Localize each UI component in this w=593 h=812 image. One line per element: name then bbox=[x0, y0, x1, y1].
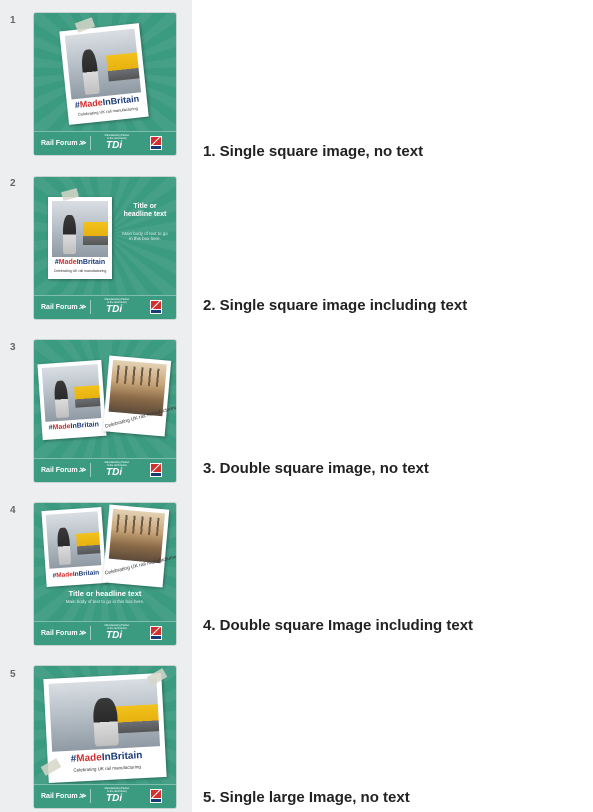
slide-label-4: 4. Double square Image including text bbox=[203, 617, 474, 634]
made-in-britain-flag-icon bbox=[150, 463, 162, 477]
made-in-britain-caption: #MadeInBritain bbox=[52, 569, 100, 580]
slide-label-5: 5. Single large Image, no text bbox=[203, 789, 410, 806]
rail-forum-logo: Rail Forum≫ bbox=[41, 793, 86, 800]
slide-number: 5 bbox=[10, 669, 16, 680]
polaroid-frame: Celebrating UK rail manufacturing bbox=[102, 355, 176, 437]
slide-footer: Rail Forum≫ Manufacturing Partner to the… bbox=[34, 784, 176, 808]
caption-subtitle: Celebrating UK rail manufacturing bbox=[53, 269, 107, 273]
slide-thumbnail-panel: 1 #MadeInBritain Celebrating UK rail man… bbox=[0, 0, 192, 812]
slide-label-1: 1. Single square image, no text bbox=[203, 143, 424, 160]
slide-thumbnail-4[interactable]: #MadeInBritain Celebrating UK rail manuf… bbox=[34, 503, 176, 645]
station-photo bbox=[108, 508, 165, 564]
tdi-logo: TDi bbox=[106, 630, 123, 641]
polaroid-frame: #MadeInBritain Celebrating UK rail manuf… bbox=[43, 672, 167, 784]
headline-text: Title or headline text bbox=[68, 589, 142, 598]
slide-number: 4 bbox=[10, 505, 16, 516]
tdi-logo: TDi bbox=[106, 304, 123, 315]
rail-forum-logo: Rail Forum≫ bbox=[41, 630, 86, 637]
slide-number: 3 bbox=[10, 342, 16, 353]
slide-thumbnail-1[interactable]: #MadeInBritain Celebrating UK rail manuf… bbox=[34, 13, 176, 155]
station-photo bbox=[108, 359, 167, 417]
slide-thumbnail-2[interactable]: #MadeInBritain Celebrating UK rail manuf… bbox=[34, 177, 176, 319]
made-in-britain-flag-icon bbox=[150, 300, 162, 314]
slide-number: 1 bbox=[10, 15, 16, 26]
rail-forum-logo: Rail Forum≫ bbox=[41, 140, 86, 147]
slide-footer: Rail Forum≫ Manufacturing Partner to the… bbox=[34, 131, 176, 155]
polaroid-frame: #MadeInBritain Celebrating UK rail manuf… bbox=[48, 197, 112, 279]
made-in-britain-flag-icon bbox=[150, 136, 162, 150]
headline-text: Title or headline text bbox=[123, 203, 167, 218]
slide-thumbnail-5[interactable]: #MadeInBritain Celebrating UK rail manuf… bbox=[34, 666, 176, 808]
polaroid-frame: Celebrating UK rail manufacturing bbox=[102, 504, 176, 588]
tdi-logo: TDi bbox=[106, 467, 123, 478]
body-text: Main body of text to go in this box here… bbox=[122, 231, 168, 241]
body-text: Main body of text to go in this box here… bbox=[65, 599, 145, 604]
slide-footer: Rail Forum≫ Manufacturing Partner to the… bbox=[34, 295, 176, 319]
train-photo bbox=[41, 364, 102, 422]
made-in-britain-flag-icon bbox=[150, 789, 162, 803]
slide-footer: Rail Forum≫ Manufacturing Partner to the… bbox=[34, 621, 176, 645]
train-photo bbox=[45, 511, 102, 569]
slide-label-3: 3. Double square image, no text bbox=[203, 460, 429, 477]
tdi-logo: TDi bbox=[106, 140, 123, 151]
polaroid-frame: #MadeInBritain bbox=[37, 359, 107, 441]
slide-label-2: 2. Single square image including text bbox=[203, 297, 468, 314]
train-photo bbox=[64, 28, 142, 100]
rail-forum-logo: Rail Forum≫ bbox=[41, 467, 86, 474]
polaroid-frame: #MadeInBritain bbox=[41, 506, 107, 588]
polaroid-frame: #MadeInBritain Celebrating UK rail manuf… bbox=[59, 23, 149, 125]
train-photo bbox=[52, 201, 108, 257]
train-photo bbox=[48, 678, 161, 752]
slide-thumbnail-3[interactable]: #MadeInBritain Celebrating UK rail manuf… bbox=[34, 340, 176, 482]
slide-footer: Rail Forum≫ Manufacturing Partner to the… bbox=[34, 458, 176, 482]
made-in-britain-caption: #MadeInBritain bbox=[54, 259, 106, 266]
made-in-britain-caption: #MadeInBritain bbox=[48, 421, 100, 432]
made-in-britain-flag-icon bbox=[150, 626, 162, 640]
tdi-logo: TDi bbox=[106, 793, 123, 804]
slide-number: 2 bbox=[10, 178, 16, 189]
rail-forum-logo: Rail Forum≫ bbox=[41, 304, 86, 311]
